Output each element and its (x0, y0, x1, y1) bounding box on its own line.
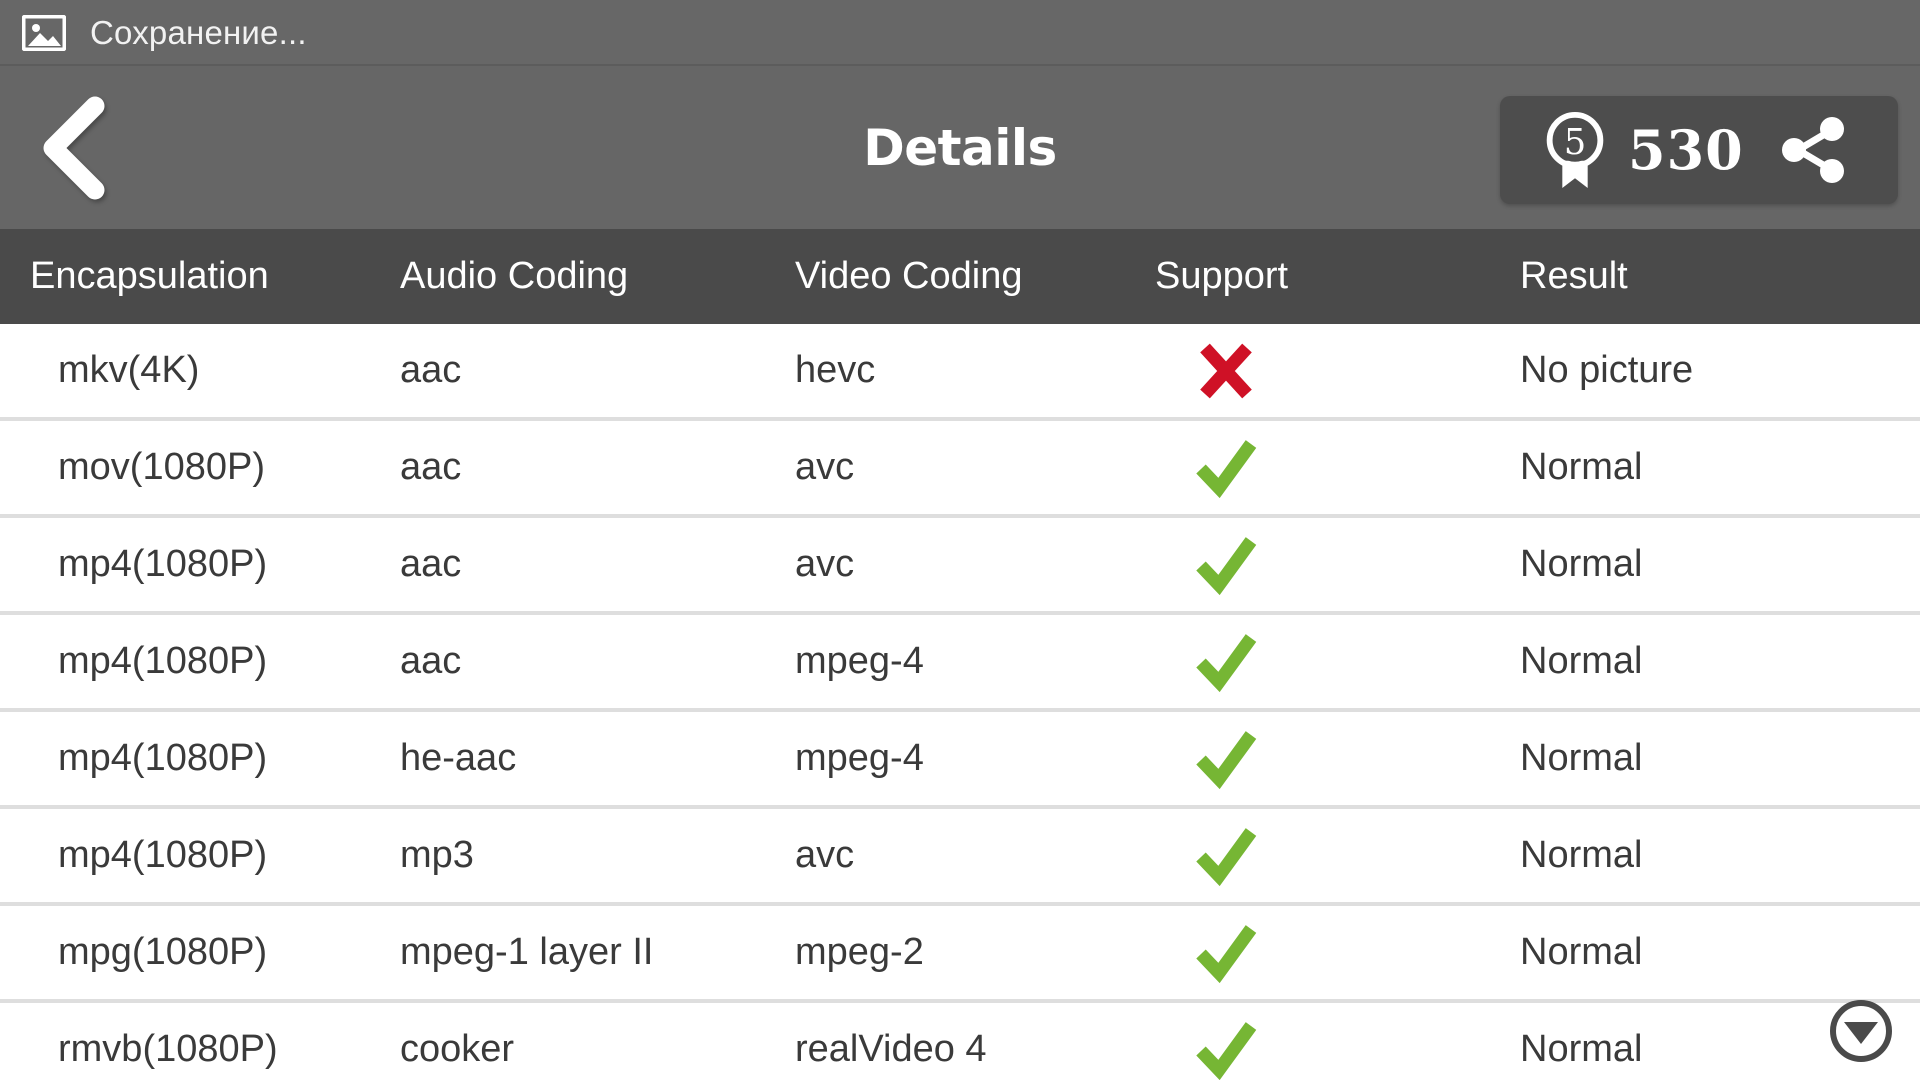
cell-video-coding: mpeg-2 (795, 931, 924, 973)
score-value: 530 (1628, 118, 1744, 182)
table-row[interactable]: mp4(1080P) he-aac mpeg-4 Normal (0, 712, 1920, 809)
cell-video-coding: mpeg-4 (795, 640, 924, 682)
cell-result: Normal (1520, 640, 1643, 682)
table-row[interactable]: rmvb(1080P) cooker realVideo 4 Normal (0, 1003, 1920, 1080)
cell-result: Normal (1520, 543, 1643, 585)
cell-encapsulation: mp4(1080P) (58, 834, 268, 876)
score-badge[interactable]: 5 530 (1500, 96, 1898, 204)
check-icon (1196, 439, 1257, 498)
cell-encapsulation: mp4(1080P) (58, 737, 268, 779)
column-header-result: Result (1520, 255, 1628, 297)
scroll-down-button[interactable] (1830, 1000, 1892, 1062)
table-header-row: Encapsulation Audio Coding Video Coding … (0, 229, 1920, 324)
cell-support (1155, 533, 1520, 597)
cell-support (1155, 727, 1520, 791)
check-icon (1196, 924, 1257, 983)
check-icon (1196, 536, 1257, 595)
table-row[interactable]: mov(1080P) aac avc Normal (0, 421, 1920, 518)
cell-result: Normal (1520, 834, 1643, 876)
check-icon (1196, 633, 1257, 692)
check-icon (1196, 730, 1257, 789)
action-bar: Details 5 530 (0, 66, 1920, 229)
table-body[interactable]: mkv(4K) aac hevc No picture mov(1080P) aac avc… (0, 324, 1920, 1080)
cell-video-coding: mpeg-4 (795, 737, 924, 779)
image-icon (22, 15, 66, 51)
cell-encapsulation: rmvb(1080P) (58, 1028, 278, 1070)
cell-encapsulation: mpg(1080P) (58, 931, 268, 973)
medal-level-text: 5 (1564, 122, 1586, 163)
cell-audio-coding: aac (400, 640, 462, 682)
medal-ribbon-icon: 5 (1546, 111, 1604, 189)
column-header-support: Support (1155, 255, 1289, 297)
cell-audio-coding: aac (400, 446, 462, 488)
table-row[interactable]: mp4(1080P) aac mpeg-4 Normal (0, 615, 1920, 712)
cell-result: No picture (1520, 349, 1694, 391)
cell-video-coding: avc (795, 543, 855, 585)
column-header-audio-coding: Audio Coding (400, 255, 629, 297)
cell-support (1155, 921, 1520, 985)
status-bar-label: Сохранение... (90, 14, 307, 51)
check-icon (1196, 1021, 1257, 1080)
chevron-left-icon (43, 96, 105, 199)
cell-support (1155, 436, 1520, 500)
cell-result: Normal (1520, 931, 1643, 973)
column-header-encapsulation: Encapsulation (30, 255, 269, 297)
column-header-video-coding: Video Coding (795, 255, 1023, 297)
cell-encapsulation: mp4(1080P) (58, 640, 268, 682)
cell-video-coding: hevc (795, 349, 876, 391)
share-icon[interactable] (1778, 116, 1848, 184)
cell-audio-coding: he-aac (400, 737, 517, 779)
back-button[interactable] (0, 66, 140, 229)
cell-support (1155, 824, 1520, 888)
cell-audio-coding: aac (400, 349, 462, 391)
cell-video-coding: avc (795, 834, 855, 876)
cell-encapsulation: mkv(4K) (58, 349, 200, 391)
check-icon (1196, 827, 1257, 886)
table-row[interactable]: mp4(1080P) aac avc Normal (0, 518, 1920, 615)
cell-audio-coding: mpeg-1 layer II (400, 931, 654, 973)
cell-encapsulation: mp4(1080P) (58, 543, 268, 585)
cell-encapsulation: mov(1080P) (58, 446, 265, 488)
cell-video-coding: realVideo 4 (795, 1028, 987, 1070)
cell-support (1155, 1018, 1520, 1080)
cell-video-coding: avc (795, 446, 855, 488)
cell-audio-coding: aac (400, 543, 462, 585)
cell-support (1155, 339, 1520, 403)
table-row[interactable]: mpg(1080P) mpeg-1 layer II mpeg-2 Normal (0, 906, 1920, 1003)
cell-audio-coding: cooker (400, 1028, 515, 1070)
status-bar: Сохранение... (0, 0, 1920, 66)
cell-audio-coding: mp3 (400, 834, 474, 876)
cell-result: Normal (1520, 737, 1643, 779)
cell-support (1155, 630, 1520, 694)
table-row[interactable]: mkv(4K) aac hevc No picture (0, 324, 1920, 421)
table-row[interactable]: mp4(1080P) mp3 avc Normal (0, 809, 1920, 906)
cross-icon (1200, 343, 1252, 398)
cell-result: Normal (1520, 446, 1643, 488)
chevron-down-circle-icon (1844, 1021, 1878, 1044)
